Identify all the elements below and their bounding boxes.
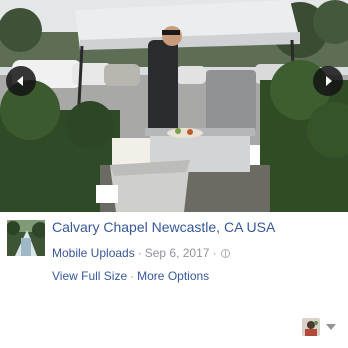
photo-viewer: Calvary Chapel Newcastle, CA USA Mobile … — [0, 0, 348, 348]
actions-separator: · — [130, 269, 135, 283]
photo-actions: View Full Size · More Options — [52, 269, 209, 283]
view-full-size-link[interactable]: View Full Size — [52, 269, 127, 283]
previous-photo-button[interactable] — [6, 66, 36, 96]
chevron-left-icon — [17, 76, 23, 86]
globe-icon[interactable] — [221, 248, 231, 258]
post-date[interactable]: Sep 6, 2017 — [145, 246, 210, 260]
album-link[interactable]: Mobile Uploads — [52, 246, 135, 260]
photo-illustration — [0, 0, 348, 212]
chevron-right-icon — [326, 76, 332, 86]
date-separator: · — [212, 246, 217, 260]
page-thumbnail-image — [7, 220, 45, 256]
main-photo[interactable] — [0, 0, 348, 212]
page-thumbnail[interactable] — [7, 220, 45, 256]
next-photo-button[interactable] — [313, 66, 343, 96]
profile-avatar-icon — [302, 318, 320, 336]
viewer-avatar[interactable] — [302, 318, 320, 336]
place-title-link[interactable]: Calvary Chapel Newcastle, CA USA — [52, 219, 275, 235]
caret-down-icon[interactable] — [326, 324, 336, 330]
post-meta: Mobile Uploads · Sep 6, 2017 · — [52, 246, 231, 260]
meta-separator: · — [137, 246, 142, 260]
more-options-link[interactable]: More Options — [137, 269, 209, 283]
